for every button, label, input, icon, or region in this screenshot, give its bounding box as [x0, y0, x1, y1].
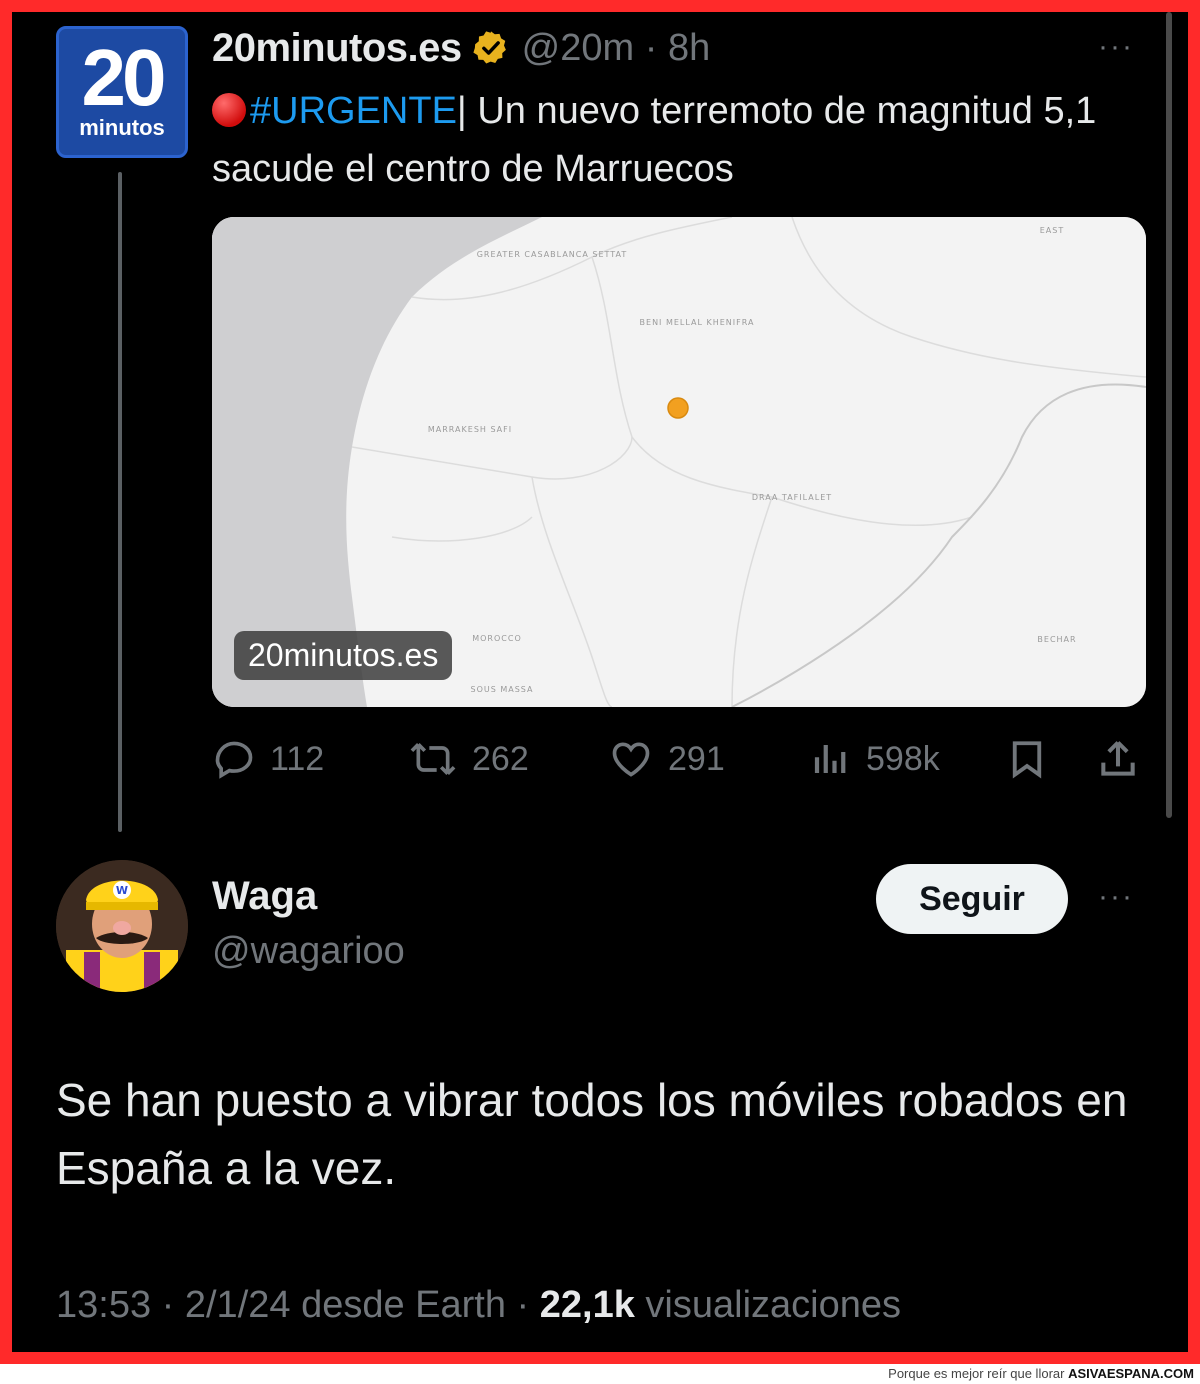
map-label-marrakesh: MARRAKESH SAFI — [428, 425, 512, 434]
thread-connector-line — [118, 172, 122, 832]
reply-icon — [215, 741, 253, 779]
views-button[interactable]: 598k — [810, 734, 940, 784]
author-handle[interactable]: @20m · 8h — [522, 27, 711, 70]
repost-icon — [410, 743, 456, 775]
repost-button[interactable]: 262 — [408, 734, 529, 784]
share-button[interactable] — [1096, 734, 1154, 784]
epicenter-marker — [667, 397, 689, 419]
views-count: 598k — [866, 739, 940, 778]
reply-meta: 13:53 · 2/1/24 desde Earth · 22,1k visua… — [56, 1284, 901, 1327]
like-button[interactable]: 291 — [608, 734, 725, 784]
watermark-brand[interactable]: ASIVAESPANA.COM — [1068, 1366, 1194, 1381]
red-circle-emoji — [212, 93, 246, 127]
verified-badge-icon — [473, 31, 506, 64]
tweet-text: #URGENTE| Un nuevo terremoto de magnitud… — [212, 82, 1112, 198]
svg-text:W: W — [116, 884, 128, 897]
map-image[interactable]: GREATER CASABLANCA SETTAT BENI MELLAL KH… — [212, 217, 1146, 707]
watermark-caption: Porque es mejor reír que llorar — [888, 1366, 1069, 1381]
reply-count: 112 — [270, 739, 325, 778]
map-label-bechar: BECHAR — [1037, 635, 1076, 644]
reply-timestamp[interactable]: 13:53 · 2/1/24 desde Earth · — [56, 1284, 540, 1326]
watermark-footer: Porque es mejor reír que llorar ASIVAESP… — [0, 1364, 1200, 1384]
tweet-header: 20minutos.es @20m · 8h — [212, 22, 710, 74]
views-icon — [814, 745, 846, 773]
map-label-beni-mellal: BENI MELLAL KHENIFRA — [640, 318, 755, 327]
map-label-east: EAST — [1040, 226, 1065, 235]
scrollbar[interactable] — [1166, 12, 1172, 818]
reply-avatar[interactable]: W — [56, 860, 188, 992]
hashtag-link[interactable]: #URGENTE — [250, 90, 457, 132]
logo-word: minutos — [79, 115, 165, 140]
like-icon — [612, 742, 650, 777]
bookmark-button[interactable] — [1006, 734, 1062, 784]
red-frame: 20 minutos 20minutos.es @20m · 8h ··· #U… — [0, 0, 1200, 1364]
map-label-morocco: MOROCCO — [472, 634, 522, 643]
more-icon[interactable]: ··· — [1098, 30, 1134, 64]
reply-views-count: 22,1k — [539, 1284, 635, 1326]
logo-number: 20 — [81, 33, 167, 122]
media-source-badge: 20minutos.es — [234, 631, 453, 680]
like-count: 291 — [668, 739, 725, 778]
map-label-draa: DRAA TAFILALET — [752, 493, 832, 502]
twitter-screen: 20 minutos 20minutos.es @20m · 8h ··· #U… — [12, 12, 1188, 1352]
author-avatar-logo[interactable]: 20 minutos — [56, 26, 188, 158]
pipe-separator: | — [456, 90, 467, 132]
reply-author-name[interactable]: Waga — [212, 874, 317, 919]
reply-author-handle[interactable]: @wagarioo — [212, 930, 405, 973]
avatar-image: W — [56, 860, 188, 992]
map-label-casablanca: GREATER CASABLANCA SETTAT — [477, 250, 628, 259]
share-icon — [1101, 741, 1135, 776]
more-icon[interactable]: ··· — [1098, 880, 1134, 914]
tweet-actions: 112 262 291 598k — [212, 734, 1152, 784]
bookmark-icon — [1012, 741, 1042, 779]
follow-button[interactable]: Seguir — [876, 864, 1068, 934]
repost-count: 262 — [472, 739, 529, 778]
author-name[interactable]: 20minutos.es — [212, 26, 462, 71]
reply-views-label: visualizaciones — [634, 1284, 901, 1326]
reply-text: Se han puesto a vibrar todos los móviles… — [56, 1074, 1128, 1194]
reply-button[interactable]: 112 — [212, 734, 324, 784]
map-label-sous-massa: SOUS MASSA — [470, 685, 533, 694]
